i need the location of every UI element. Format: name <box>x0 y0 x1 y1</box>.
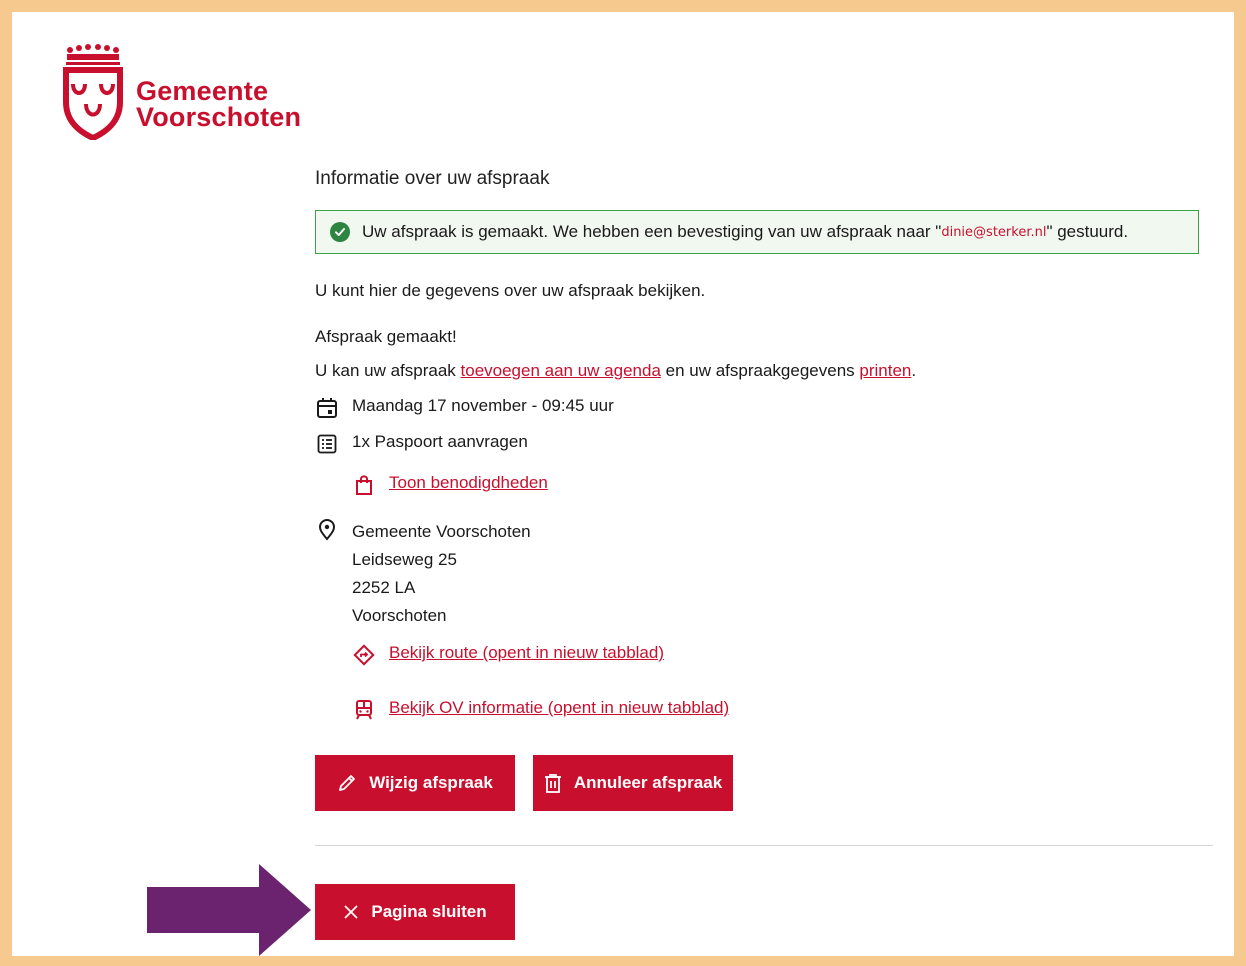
appointment-date: Maandag 17 november - 09:45 uur <box>352 396 614 415</box>
train-icon <box>352 698 376 722</box>
line-part-1: U kan uw afspraak <box>315 361 461 380</box>
address-street: Leidseweg 25 <box>352 550 457 569</box>
shopping-bag-icon <box>352 473 376 497</box>
ov-row[interactable]: Bekijk OV informatie (opent in nieuw tab… <box>352 698 729 722</box>
alert-text-suffix: " gestuurd. <box>1046 222 1129 241</box>
product-name: 1x Paspoort aanvragen <box>352 432 528 451</box>
alert-email: dinie@sterker.nl <box>941 224 1047 240</box>
appointment-made-text: Afspraak gemaakt! <box>315 327 457 346</box>
pencil-icon <box>337 773 357 793</box>
calendar-print-line: U kan uw afspraak toevoegen aan uw agend… <box>315 361 916 381</box>
list-icon <box>315 432 339 456</box>
line-part-3: . <box>911 361 917 380</box>
address-postcode: 2252 LA <box>352 578 416 597</box>
line-part-2: en uw afspraakgegevens <box>660 361 860 380</box>
edit-appointment-label: Wijzig afspraak <box>369 773 493 792</box>
add-to-calendar-link[interactable]: toevoegen aan uw agenda <box>461 361 661 380</box>
view-route-link[interactable]: Bekijk route (opent in nieuw tabblad) <box>389 643 664 663</box>
address-name: Gemeente Voorschoten <box>352 522 531 541</box>
success-alert: Uw afspraak is gemaakt. We hebben een be… <box>315 210 1199 254</box>
directions-icon <box>352 643 376 667</box>
alert-text-prefix: Uw afspraak is gemaakt. We hebben een be… <box>362 222 942 241</box>
print-link[interactable]: printen <box>859 361 911 380</box>
close-icon <box>343 904 359 920</box>
view-ov-info-link[interactable]: Bekijk OV informatie (opent in nieuw tab… <box>389 698 729 718</box>
cancel-appointment-label: Annuleer afspraak <box>573 773 723 792</box>
page-frame: Gemeente Voorschoten Informatie over uw … <box>12 12 1234 956</box>
close-page-label: Pagina sluiten <box>371 902 487 921</box>
location-row: Gemeente Voorschoten Leidseweg 25 2252 L… <box>315 518 531 630</box>
intro-text: U kunt hier de gegevens over uw afspraak… <box>315 281 706 300</box>
coat-of-arms-icon <box>63 44 123 140</box>
arrow-right-icon <box>147 864 311 956</box>
trash-icon <box>544 773 562 793</box>
route-row[interactable]: Bekijk route (opent in nieuw tabblad) <box>352 643 664 667</box>
product-row: 1x Paspoort aanvragen <box>315 432 528 456</box>
appointment-date-row: Maandag 17 november - 09:45 uur <box>315 396 614 420</box>
close-page-button[interactable]: Pagina sluiten <box>315 884 515 940</box>
show-requirements-link[interactable]: Toon benodigdheden <box>389 473 548 493</box>
check-circle-icon <box>330 222 350 242</box>
divider <box>315 845 1213 846</box>
address-block: Gemeente Voorschoten Leidseweg 25 2252 L… <box>352 518 531 630</box>
requirements-row[interactable]: Toon benodigdheden <box>352 473 548 497</box>
municipality-logo[interactable]: Gemeente Voorschoten <box>58 40 301 140</box>
calendar-icon <box>315 396 339 420</box>
brand-name: Gemeente Voorschoten <box>136 76 302 132</box>
edit-appointment-button[interactable]: Wijzig afspraak <box>315 755 515 811</box>
location-pin-icon <box>315 518 339 542</box>
page-title: Informatie over uw afspraak <box>315 168 550 189</box>
brand-line-1: Gemeente <box>136 76 269 106</box>
brand-line-2: Voorschoten <box>136 102 302 132</box>
address-city: Voorschoten <box>352 606 447 625</box>
cancel-appointment-button[interactable]: Annuleer afspraak <box>533 755 733 811</box>
